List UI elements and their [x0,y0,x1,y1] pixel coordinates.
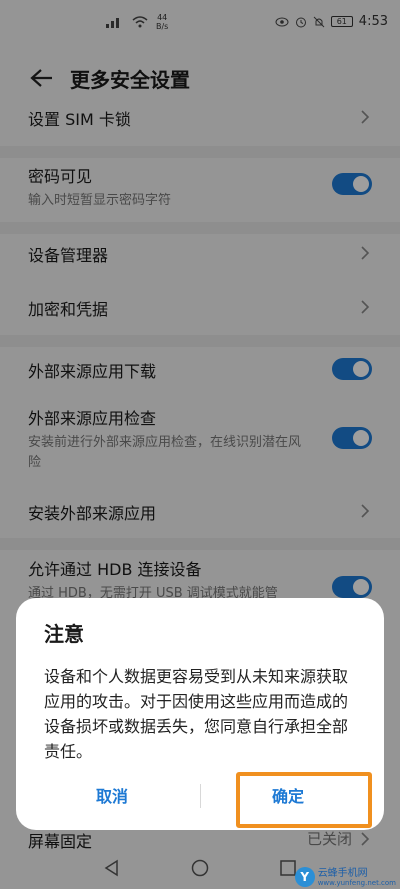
dialog-title: 注意 [44,622,84,646]
watermark-url: www.yunfeng.net.com [317,878,396,887]
confirm-highlight-box [236,772,372,828]
watermark-name: 云蜂手机网 [317,867,368,879]
button-separator [200,784,201,808]
cancel-button[interactable]: 取消 [40,782,184,812]
watermark-logo: Y [294,867,315,887]
watermark: Y 云蜂手机网 www.yunfeng.net.com [294,867,396,887]
dialog-message: 设备和个人数据更容易受到从未知来源获取应用的攻击。对于因使用这些应用而造成的设备… [44,667,349,761]
